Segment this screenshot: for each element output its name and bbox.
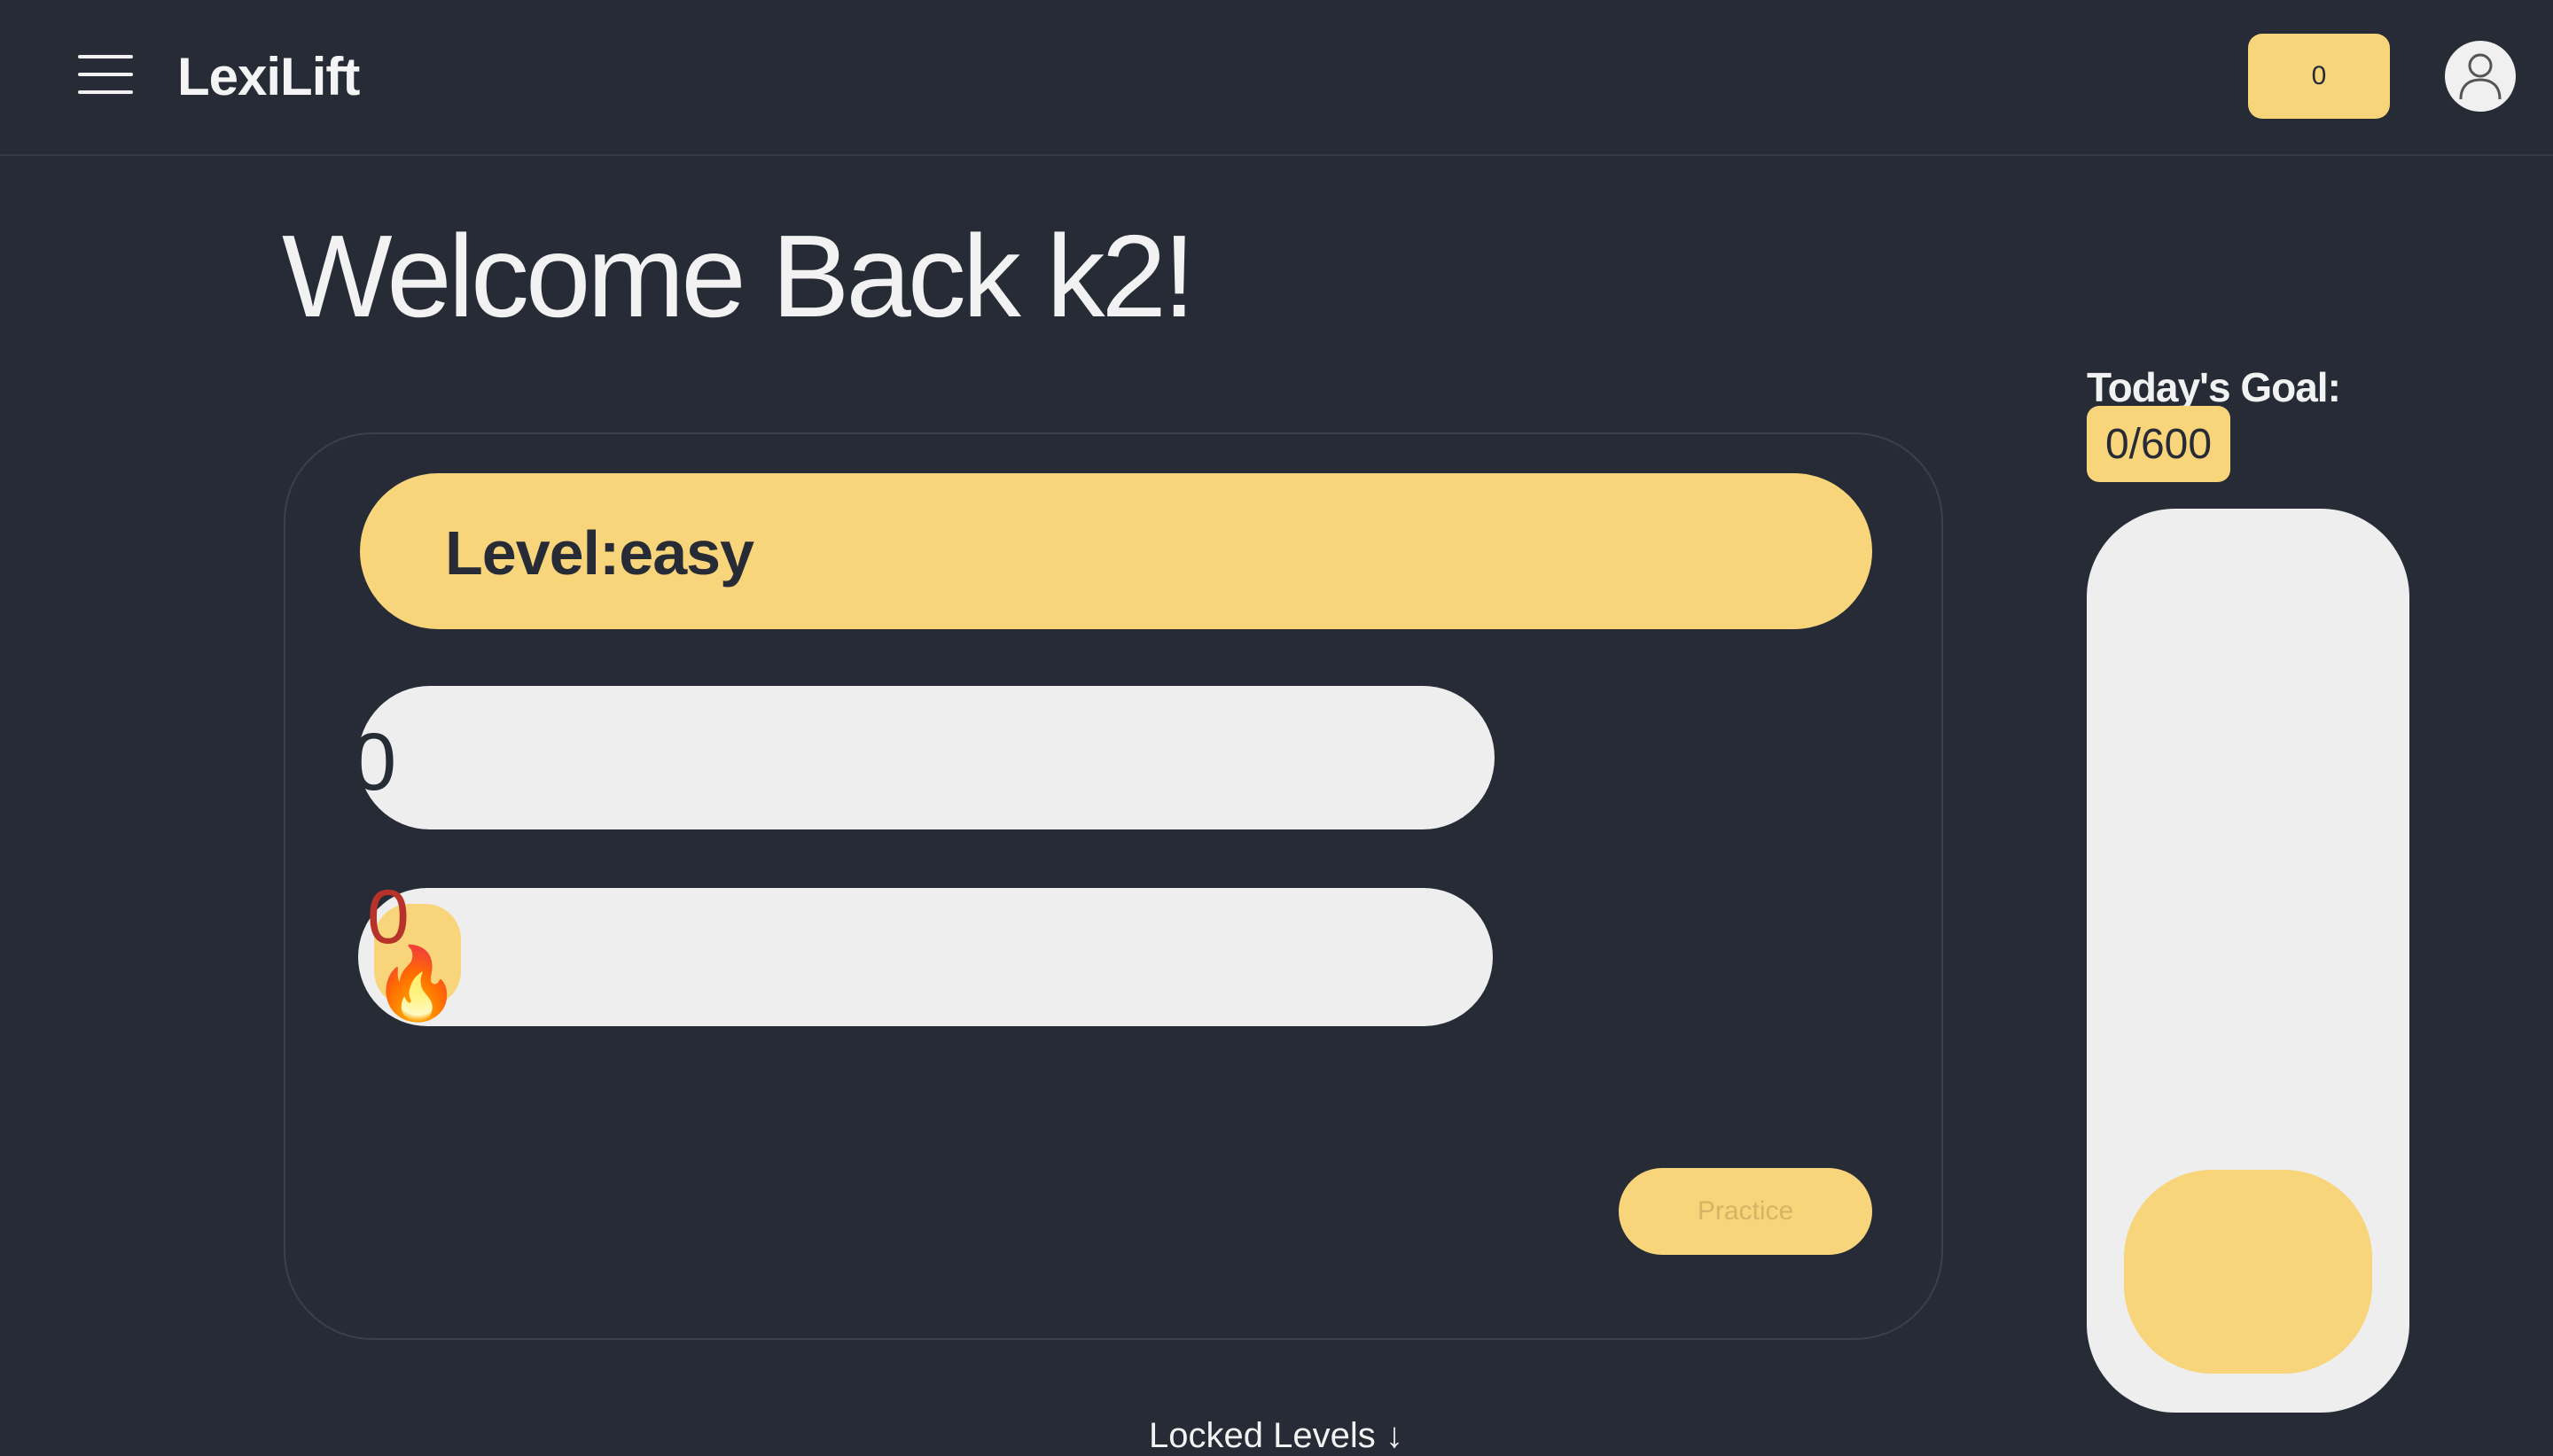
- locked-levels-link[interactable]: Locked Levels ↓: [1149, 1416, 1403, 1456]
- level-banner: Level:easy: [360, 473, 1872, 629]
- streak-bar: 0 🔥: [358, 875, 1493, 1026]
- goal-progress-fill: [2124, 1170, 2372, 1374]
- goal-progress-tube: [2087, 509, 2409, 1413]
- top-bar: LexiLift 0: [0, 0, 2553, 156]
- goal-value-badge: 0/600: [2087, 406, 2230, 482]
- goal-label: Today's Goal:: [2087, 364, 2341, 410]
- welcome-heading: Welcome Back k2!: [282, 211, 1196, 341]
- app-logo-text[interactable]: LexiLift: [177, 46, 360, 107]
- hamburger-menu-icon[interactable]: [74, 50, 137, 99]
- level-label: Level:easy: [445, 518, 754, 588]
- user-avatar-icon[interactable]: [2445, 41, 2516, 112]
- user-icon: [2459, 53, 2502, 100]
- level-card: Level:easy 0 0 🔥 Practice: [284, 432, 1943, 1340]
- progress-value: 0: [351, 717, 397, 807]
- practice-button[interactable]: Practice: [1619, 1168, 1872, 1255]
- score-button[interactable]: 0: [2248, 34, 2390, 119]
- flame-icon: 🔥: [372, 944, 461, 1023]
- progress-bar: 0: [351, 686, 1495, 829]
